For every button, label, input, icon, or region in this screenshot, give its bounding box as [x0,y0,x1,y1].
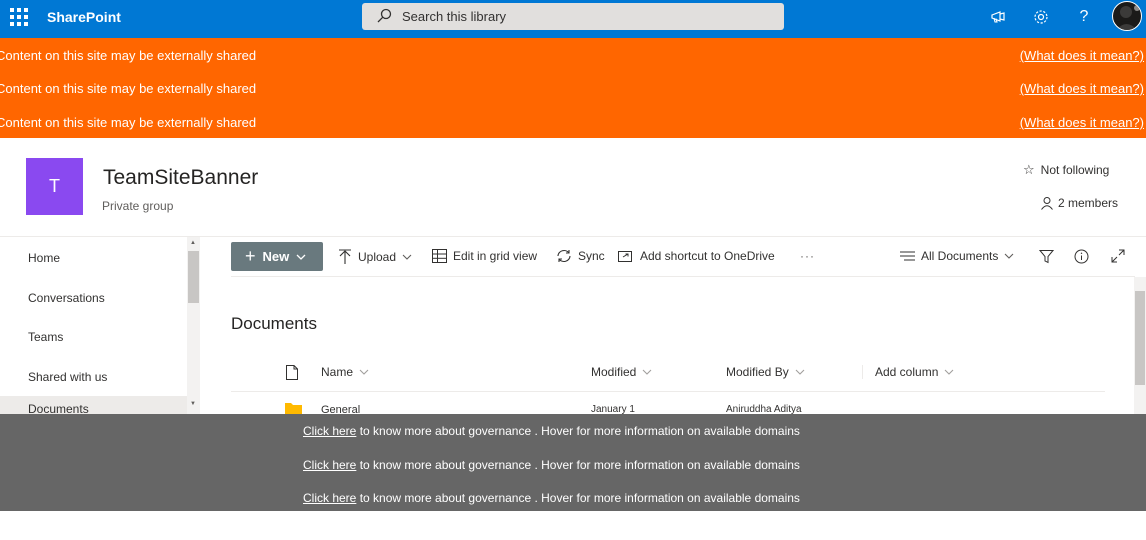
search-input[interactable] [402,7,772,26]
view-options-icon [900,251,915,261]
column-label: Add column [875,365,939,379]
expand-icon [1111,249,1125,263]
view-label: All Documents [921,249,999,263]
document-icon [286,365,298,380]
person-icon [1041,197,1053,210]
chevron-down-icon [1004,253,1014,259]
filter-icon [1039,250,1054,264]
grid-icon [432,249,447,263]
avatar[interactable] [1112,1,1142,31]
library-heading: Documents [231,314,317,333]
chevron-down-icon [402,254,412,260]
megaphone-icon[interactable] [987,6,1009,28]
external-sharing-banner: Content on this site may be externally s… [0,105,1146,138]
banner-text: Content on this site may be externally s… [0,115,257,130]
add-shortcut-button[interactable]: Add shortcut to OneDrive [618,249,775,263]
command-bar-divider [231,276,1135,277]
column-label: Name [321,365,354,379]
governance-banner-area: Click here to know more about governance… [0,414,1146,511]
file-type-column-icon[interactable] [286,365,298,380]
nav-item-conversations[interactable]: Conversations [28,291,105,305]
expand-button[interactable] [1111,249,1125,263]
scroll-up-icon[interactable]: ▲ [190,240,196,246]
edit-grid-button[interactable]: Edit in grid view [432,249,537,263]
members-button[interactable]: 2 members [1040,196,1118,210]
column-label: Modified [591,365,637,379]
banner-text: Content on this site may be externally s… [0,48,257,63]
edit-grid-label: Edit in grid view [453,249,538,263]
filter-button[interactable] [1039,249,1054,264]
banner-info-link[interactable]: (What does it mean?) [1020,115,1144,130]
chevron-down-icon [296,254,306,260]
nav-item-home[interactable]: Home [28,251,60,265]
banner-info-link[interactable]: (What does it mean?) [1020,48,1144,63]
site-logo[interactable]: T [26,158,83,215]
column-header-modified-by[interactable]: Modified By [726,365,805,379]
column-header-add-column[interactable]: Add column [862,365,954,379]
suite-bar: SharePoint ? [0,0,1146,38]
governance-text: to know more about governance . Hover fo… [356,491,800,505]
governance-banner: Click here to know more about governance… [303,458,800,472]
sync-button[interactable]: Sync [556,249,605,263]
governance-banner: Click here to know more about governance… [303,491,800,505]
column-header-modified[interactable]: Modified [591,365,652,379]
governance-link[interactable]: Click here [303,424,356,438]
banner-info-link[interactable]: (What does it mean?) [1020,81,1144,96]
upload-button[interactable]: Upload [338,249,412,265]
new-label: New [262,249,290,264]
scroll-thumb[interactable] [188,251,199,303]
governance-banner: Click here to know more about governance… [303,424,800,438]
nav-item-documents[interactable]: Documents [0,396,187,414]
external-sharing-banner: Content on this site may be externally s… [0,38,1146,71]
scroll-thumb[interactable] [1135,291,1145,385]
view-switcher[interactable]: All Documents [900,249,1014,263]
nav-item-teams[interactable]: Teams [28,330,63,344]
waffle-icon[interactable] [8,6,30,28]
shortcut-icon [618,251,632,262]
external-sharing-banner-area: Content on this site may be externally s… [0,38,1146,138]
search-box[interactable] [362,3,784,30]
nav-item-shared-with-us[interactable]: Shared with us [28,370,107,384]
sync-label: Sync [578,249,605,263]
members-label: 2 members [1058,196,1119,210]
main-scrollbar[interactable] [1134,277,1146,414]
governance-text: to know more about governance . Hover fo… [356,458,800,472]
new-button[interactable]: + New [231,242,323,271]
column-label: Modified By [726,365,789,379]
column-header-name[interactable]: Name [321,365,369,379]
app-brand[interactable]: SharePoint [47,9,121,25]
upload-label: Upload [358,250,397,264]
star-icon: ☆ [1023,162,1035,177]
search-icon [377,8,392,23]
follow-button[interactable]: ☆ Not following [1023,162,1109,178]
help-icon[interactable]: ? [1073,6,1095,28]
governance-link[interactable]: Click here [303,458,356,472]
chevron-down-icon [795,369,805,375]
chevron-down-icon [359,369,369,375]
nav-scrollbar[interactable]: ▲ ▼ [187,237,200,414]
info-icon [1074,249,1089,264]
sync-icon [557,249,571,263]
upload-icon [339,249,351,264]
gear-icon[interactable] [1030,6,1052,28]
more-options-button[interactable]: ··· [800,249,815,263]
left-nav: Home Conversations Teams Shared with us … [0,237,200,414]
scroll-down-icon[interactable]: ▼ [190,401,196,407]
add-shortcut-label: Add shortcut to OneDrive [640,249,775,263]
external-sharing-banner: Content on this site may be externally s… [0,71,1146,104]
table-header-divider [231,391,1105,392]
info-button[interactable] [1074,249,1089,264]
chevron-down-icon [944,369,954,375]
banner-text: Content on this site may be externally s… [0,81,257,96]
plus-icon: + [245,246,256,266]
governance-text: to know more about governance . Hover fo… [356,424,800,438]
follow-label: Not following [1040,163,1110,177]
site-title[interactable]: TeamSiteBanner [103,166,258,190]
governance-link[interactable]: Click here [303,491,356,505]
chevron-down-icon [642,369,652,375]
site-subtitle: Private group [102,199,174,213]
